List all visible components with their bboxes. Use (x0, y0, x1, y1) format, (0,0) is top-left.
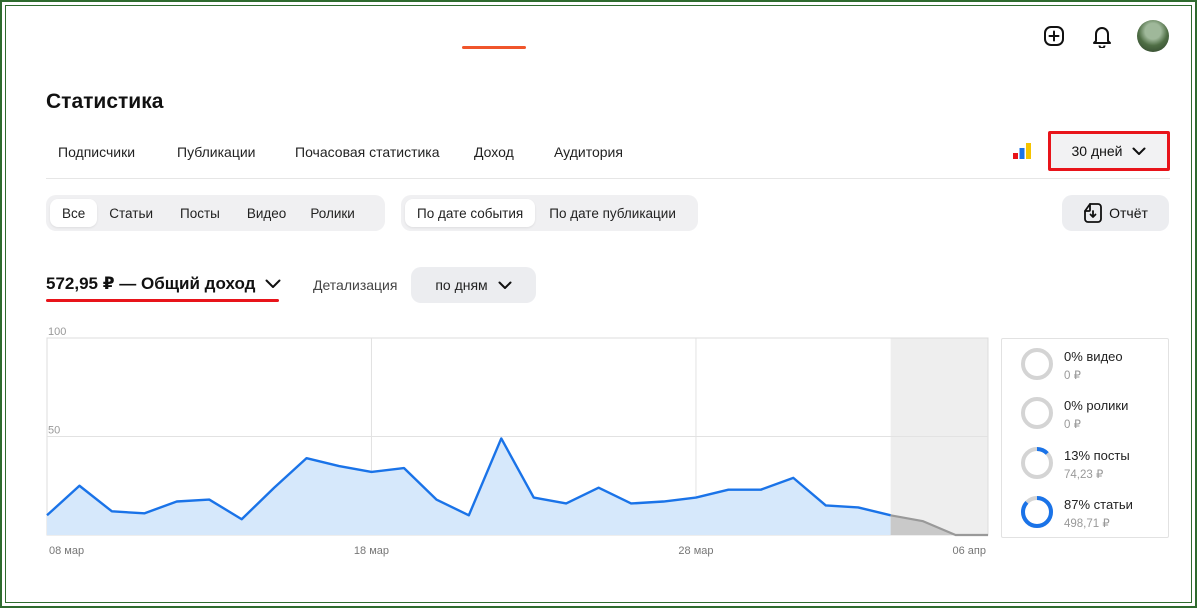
filter-posts[interactable]: Посты (165, 199, 235, 227)
donut-ring-track (1021, 397, 1053, 429)
y-tick-label: 100 (48, 326, 66, 338)
tab-income[interactable]: Доход (474, 144, 514, 160)
income-breakdown-legend: 0% видео 0 ₽ 0% ролики 0 ₽ 13% посты 74,23 ₽ 8… (1001, 338, 1169, 538)
chevron-down-icon (498, 281, 512, 289)
donut-ring-fill (1021, 496, 1053, 528)
y-tick-label: 50 (48, 425, 60, 437)
filter-all[interactable]: Все (50, 199, 98, 227)
avatar[interactable] (1137, 20, 1169, 52)
legend-amount: 74,23 ₽ (1064, 469, 1104, 481)
page-title: Статистика (46, 90, 164, 113)
x-tick-label: 28 мар (678, 545, 713, 557)
period-select[interactable]: 30 дней (1048, 131, 1170, 171)
filter-shorts[interactable]: Ролики (298, 199, 367, 227)
donut-ring-track (1021, 348, 1053, 380)
x-tick-label: 18 мар (354, 545, 389, 557)
legend-item: 0% ролики 0 ₽ (1020, 396, 1165, 432)
legend-amount: 0 ₽ (1064, 419, 1081, 431)
total-income-label: 572,95 ₽ — Общий доход (46, 274, 256, 293)
tab-subscribers[interactable]: Подписчики (58, 144, 135, 160)
legend-title: 87% статьи (1064, 497, 1133, 512)
content-type-filter: Все Статьи Посты Видео Ролики (46, 195, 385, 231)
filter-by-publication-date[interactable]: По дате публикации (535, 199, 690, 227)
chevron-down-icon (265, 279, 281, 288)
filter-by-event-date[interactable]: По дате события (405, 199, 536, 227)
detail-value: по дням (435, 277, 488, 293)
filter-video[interactable]: Видео (235, 199, 298, 227)
income-area (47, 438, 891, 535)
income-chart: 10050008 мар18 мар28 мар06 апр (46, 326, 989, 557)
tab-active-indicator (462, 46, 526, 49)
legend-item: 13% посты 74,23 ₽ (1020, 446, 1165, 482)
legend-amount: 498,71 ₽ (1064, 518, 1110, 530)
donut-ring-icon (1021, 496, 1053, 528)
filter-articles[interactable]: Статьи (97, 199, 165, 227)
report-button[interactable]: Отчёт (1062, 195, 1169, 231)
donut-ring-icon (1021, 348, 1053, 380)
donut-ring-icon (1021, 447, 1053, 479)
total-income-select[interactable]: 572,95 ₽ — Общий доход (46, 274, 281, 294)
chart-bars-icon[interactable] (1012, 142, 1032, 160)
report-icon (1084, 203, 1102, 223)
date-filter: По дате события По дате публикации (401, 195, 698, 231)
x-tick-label: 06 апр (953, 545, 986, 557)
top-icons (1041, 20, 1169, 52)
legend-title: 0% ролики (1064, 398, 1129, 413)
add-icon[interactable] (1041, 23, 1067, 49)
report-label: Отчёт (1109, 205, 1148, 221)
detail-select[interactable]: по дням (411, 267, 536, 303)
detail-label: Детализация (313, 277, 398, 293)
tab-bar: Подписчики Публикации Почасовая статисти… (46, 130, 1170, 179)
tab-publications[interactable]: Публикации (177, 144, 255, 160)
legend-title: 13% посты (1064, 448, 1130, 463)
donut-ring-icon (1021, 397, 1053, 429)
legend-title: 0% видео (1064, 349, 1123, 364)
total-income-underline (46, 299, 279, 302)
legend-amount: 0 ₽ (1064, 370, 1081, 382)
chevron-down-icon (1132, 147, 1146, 155)
period-value: 30 дней (1071, 143, 1123, 159)
legend-item: 0% видео 0 ₽ (1020, 347, 1165, 383)
bell-icon[interactable] (1089, 23, 1115, 49)
tab-hourly-stats[interactable]: Почасовая статистика (295, 144, 440, 160)
legend-item: 87% статьи 498,71 ₽ (1020, 495, 1165, 531)
x-tick-label: 08 мар (49, 545, 84, 557)
tab-audience[interactable]: Аудитория (554, 144, 623, 160)
